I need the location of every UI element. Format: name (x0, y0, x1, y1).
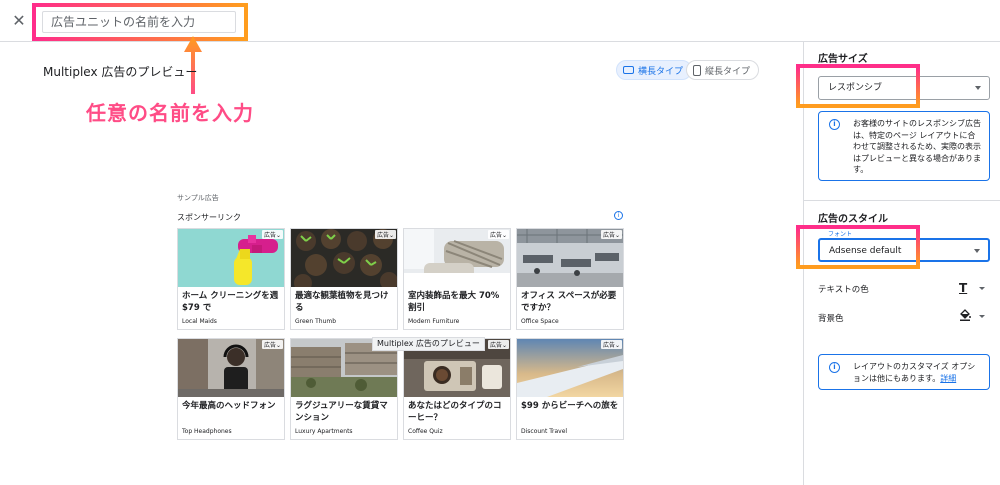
ad-headline: オフィス スペースが必要ですか？ (521, 291, 617, 313)
sample-ad-label: サンプル広告 (177, 194, 219, 202)
text-color-label: テキストの色 (818, 285, 869, 295)
ad-size-highlight (796, 64, 920, 108)
ad-headline: ラグジュアリーな賃貸マンション (295, 401, 388, 423)
preview-tooltip: Multiplex 広告のプレビュー (372, 337, 485, 351)
preview-title: Multiplex 広告のプレビュー (43, 65, 198, 79)
ad-headline: あなたはどのタイプのコーヒー？ (408, 401, 502, 423)
ad-advertiser: Green Thumb (295, 318, 337, 325)
font-highlight (796, 225, 920, 269)
ad-tag[interactable]: 広告⌄ (261, 340, 283, 349)
ad-tag[interactable]: 広告⌄ (374, 230, 396, 239)
ad-headline: $99 からビーチへの旅を (521, 401, 619, 411)
ad-tag[interactable]: 広告⌄ (261, 230, 283, 239)
ad-tag[interactable]: 広告⌄ (600, 340, 622, 349)
ad-card[interactable]: 広告⌄ ホーム クリーニングを週 $79 で Local Maids (177, 228, 285, 330)
toggle-horizontal-button[interactable]: 横長タイプ (616, 60, 693, 80)
ad-advertiser: Top Headphones (182, 428, 232, 435)
text-color-icon[interactable]: T (959, 282, 967, 294)
close-icon[interactable]: ✕ (10, 12, 28, 30)
ad-tag[interactable]: 広告⌄ (487, 340, 509, 349)
ad-headline: ホーム クリーニングを週 $79 で (182, 291, 279, 313)
chevron-down-icon (974, 249, 980, 253)
chevron-down-icon[interactable] (979, 315, 985, 318)
ad-style-heading: 広告のスタイル (818, 214, 888, 225)
panel-divider (804, 200, 1000, 201)
layout-info-box: i レイアウトのカスタマイズ オプションは他にもあります。詳細 (818, 354, 990, 390)
ad-card[interactable]: 広告⌄ 室内装飾品を最大 70% 割引 Modern Furniture (403, 228, 511, 330)
ad-tag[interactable]: 広告⌄ (487, 230, 509, 239)
ad-advertiser: Office Space (521, 318, 559, 325)
fill-color-icon[interactable] (959, 309, 971, 321)
ad-advertiser: Discount Travel (521, 428, 568, 435)
ad-card[interactable]: 広告⌄ $99 からビーチへの旅を Discount Travel (516, 338, 624, 440)
toggle-horizontal-label: 横長タイプ (638, 66, 684, 77)
details-link[interactable]: 詳細 (940, 374, 956, 383)
info-icon: i (829, 362, 840, 373)
toggle-vertical-label: 縦長タイプ (705, 66, 751, 77)
ad-headline: 室内装飾品を最大 70% 割引 (408, 291, 500, 313)
ad-card[interactable]: 広告⌄ 今年最高のヘッドフォン Top Headphones (177, 338, 285, 440)
adchoices-info-icon[interactable]: i (614, 211, 623, 220)
ad-headline: 今年最高のヘッドフォン (182, 401, 276, 411)
ad-unit-name-input[interactable] (42, 11, 236, 33)
bg-color-label: 背景色 (818, 314, 844, 324)
layout-info-text: レイアウトのカスタマイズ オプションは他にもあります。 (853, 362, 976, 383)
ad-size-heading: 広告サイズ (818, 54, 868, 65)
vertical-layout-icon (693, 64, 701, 76)
info-icon: i (829, 119, 840, 130)
responsive-info-text: お客様のサイトのレスポンシブ広告は、特定のページ レイアウトに合わせて調整される… (853, 119, 981, 174)
chevron-down-icon (975, 86, 981, 90)
horizontal-layout-icon (623, 66, 634, 74)
ad-card[interactable]: 広告⌄ あなたはどのタイプのコーヒー？ Coffee Quiz (403, 338, 511, 440)
ad-advertiser: Modern Furniture (408, 318, 460, 325)
settings-panel: 広告サイズ レスポンシブ i お客様のサイトのレスポンシブ広告は、特定のページ … (796, 42, 1000, 485)
toggle-vertical-button[interactable]: 縦長タイプ (686, 60, 760, 80)
name-input-highlight (32, 3, 248, 41)
ad-advertiser: Local Maids (182, 318, 217, 325)
ad-headline: 最適な観葉植物を見つける (295, 291, 389, 313)
ad-card[interactable]: 広告⌄ オフィス スペースが必要ですか？ Office Space (516, 228, 624, 330)
ad-card[interactable]: 広告⌄ 最適な観葉植物を見つける Green Thumb (290, 228, 398, 330)
ad-advertiser: Coffee Quiz (408, 428, 443, 435)
responsive-info-box: i お客様のサイトのレスポンシブ広告は、特定のページ レイアウトに合わせて調整さ… (818, 111, 990, 181)
chevron-down-icon[interactable] (979, 287, 985, 290)
ad-tag[interactable]: 広告⌄ (600, 230, 622, 239)
top-bar: ✕ (0, 0, 1000, 42)
sponsored-links-label: スポンサーリンク (177, 213, 241, 222)
ad-card[interactable]: 広告⌄ ラグジュアリーな賃貸マンション Luxury Apartments (290, 338, 398, 440)
ad-advertiser: Luxury Apartments (295, 428, 353, 435)
annotation-text: 任意の名前を入力 (86, 101, 254, 125)
